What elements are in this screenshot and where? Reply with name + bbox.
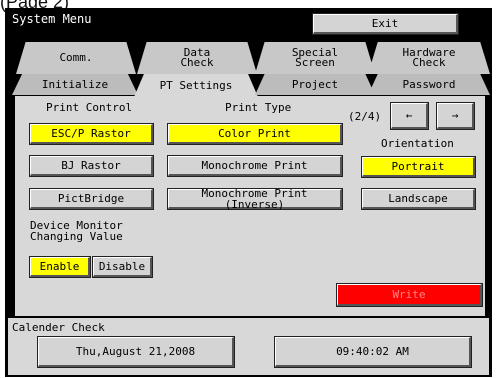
tab-hardware-check[interactable]: Hardware Check — [368, 42, 490, 74]
device-monitor-heading: Device Monitor Changing Value — [30, 219, 123, 243]
tab-comm[interactable]: Comm. — [16, 42, 136, 74]
landscape-button[interactable]: Landscape — [362, 189, 475, 209]
write-button[interactable]: Write — [337, 284, 482, 306]
tab-password[interactable]: Password — [368, 74, 490, 95]
disable-button[interactable]: Disable — [93, 257, 152, 277]
tab-special-screen[interactable]: Special Screen — [255, 42, 375, 74]
monochrome-print-button[interactable]: Monochrome Print — [168, 156, 342, 176]
next-page-button[interactable]: → — [437, 103, 474, 129]
tab-pt-settings-label: PT Settings — [159, 78, 233, 92]
bj-rastor-button[interactable]: BJ Rastor — [30, 156, 153, 176]
pictbridge-button[interactable]: PictBridge — [30, 189, 153, 209]
tab-data-check[interactable]: Data Check — [137, 42, 257, 74]
tab-data-check-label: Data Check — [180, 46, 214, 69]
time-display[interactable]: 09:40:02 AM — [275, 337, 471, 367]
color-print-button[interactable]: Color Print — [168, 124, 342, 144]
print-control-heading: Print Control — [46, 101, 133, 114]
tab-pt-settings[interactable]: PT Settings — [134, 74, 258, 97]
tab-hardware-check-label: Hardware Check — [402, 46, 456, 69]
calendar-check-heading: Calender Check — [12, 321, 105, 334]
orientation-heading: Orientation — [381, 137, 454, 150]
tab-special-screen-label: Special Screen — [291, 46, 339, 69]
tab-project-label: Project — [291, 77, 339, 91]
tab-password-label: Password — [402, 77, 456, 91]
enable-button[interactable]: Enable — [30, 257, 90, 277]
esc-p-rastor-button[interactable]: ESC/P Rastor — [30, 124, 153, 144]
exit-button[interactable]: Exit — [313, 14, 458, 34]
tab-comm-label: Comm. — [59, 51, 93, 64]
left-arrow-icon: ← — [405, 109, 413, 122]
portrait-button[interactable]: Portrait — [362, 157, 475, 177]
prev-page-button[interactable]: ← — [391, 103, 428, 129]
page-indicator: (2/4) — [348, 110, 382, 123]
monochrome-print-inverse-button[interactable]: Monochrome Print (Inverse) — [168, 188, 342, 210]
print-type-heading: Print Type — [225, 101, 292, 114]
right-arrow-icon: → — [451, 109, 459, 122]
tab-project[interactable]: Project — [255, 74, 375, 95]
window-title: System Menu — [12, 12, 92, 26]
tab-initialize[interactable]: Initialize — [12, 74, 138, 95]
tab-initialize-label: Initialize — [41, 77, 109, 91]
date-display[interactable]: Thu,August 21,2008 — [38, 337, 234, 367]
